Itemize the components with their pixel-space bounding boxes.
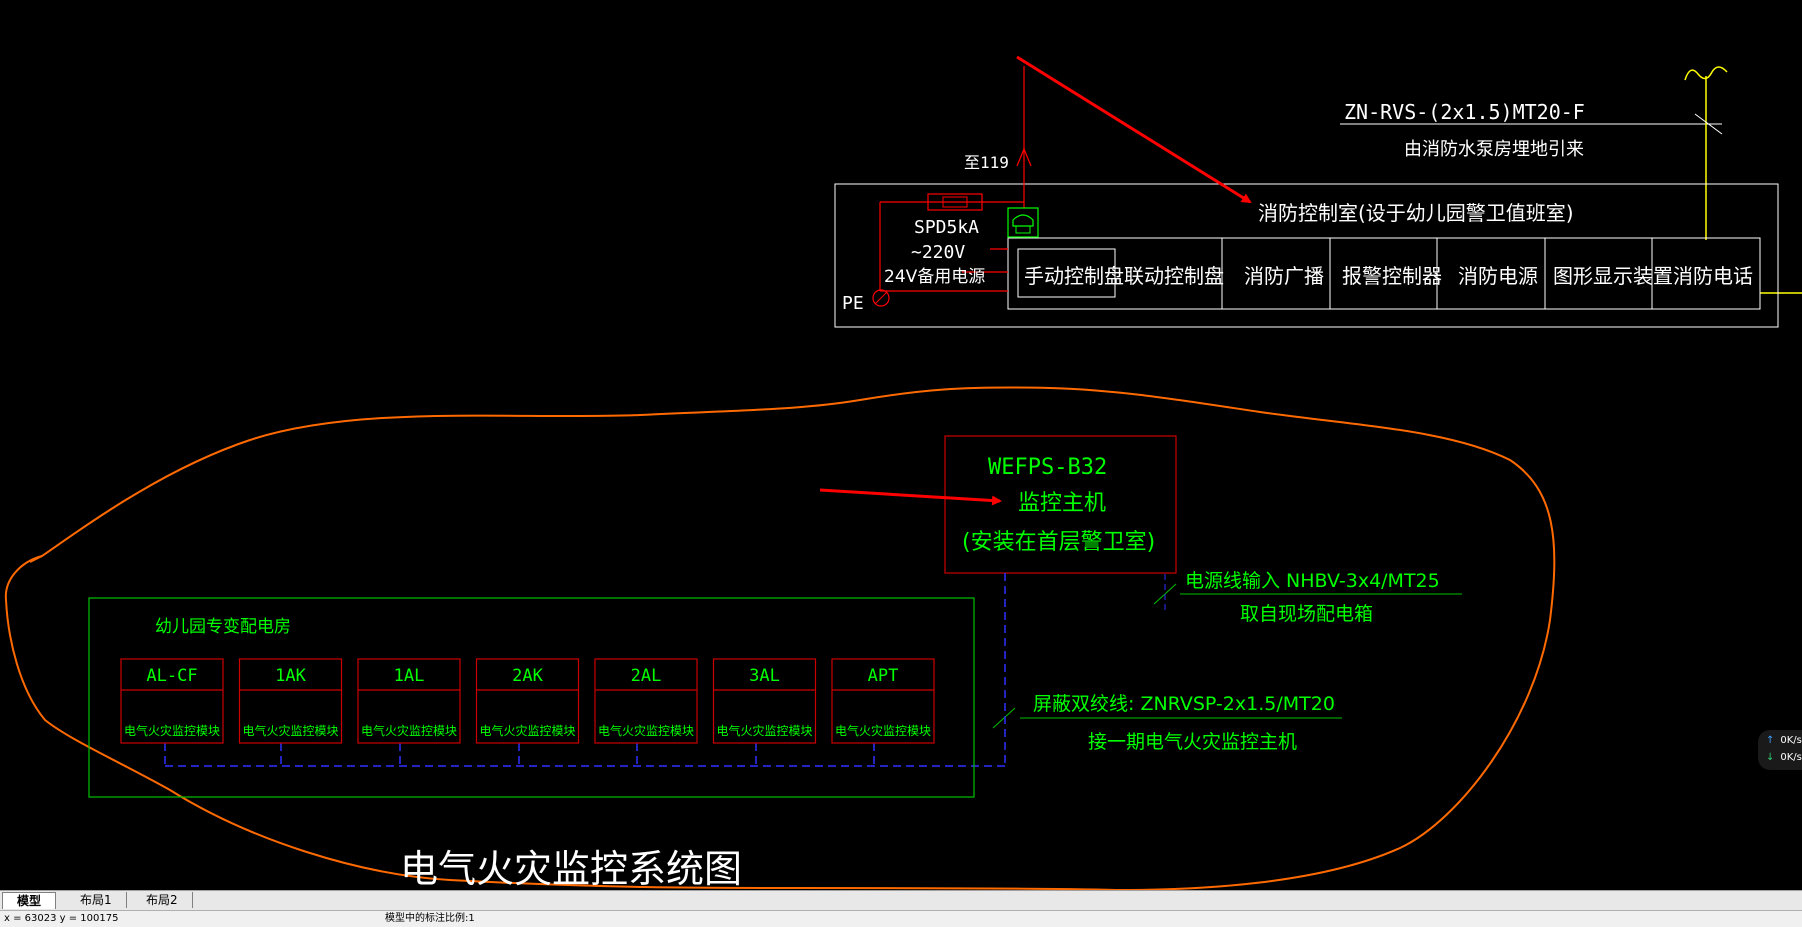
download-row: ↓ 0K/s [1766, 751, 1802, 765]
download-speed: 0K/s [1780, 752, 1802, 763]
cursor-coordinates: x = 63023 y = 100175 [4, 913, 119, 924]
module-box: 2AL 电气火灾监控模块 [594, 658, 698, 744]
module-box: 1AL 电气火灾监控模块 [357, 658, 461, 744]
module-box: 1AK 电气火灾监控模块 [238, 658, 343, 744]
panel-graphic: 图形显示装置 [1553, 264, 1673, 288]
module-label: 电气火灾监控模块 [361, 723, 457, 738]
tab-model[interactable]: 模型 [2, 892, 57, 909]
to-119-label: 至119 [964, 153, 1009, 172]
module-name: 1AK [275, 666, 306, 686]
host-location: (安装在首层警卫室) [962, 530, 1155, 555]
phone-icon [1007, 207, 1039, 238]
module-label: 电气火灾监控模块 [243, 723, 339, 738]
ac220-label: ~220V [911, 242, 965, 263]
module-box: APT 电气火灾监控模块 [831, 658, 935, 744]
cable-top-note: 由消防水泵房埋地引来 [1404, 139, 1584, 160]
module-box: 2AK 电气火灾监控模块 [475, 658, 580, 744]
network-speed-widget: ↑ 0K/s ↓ 0K/s [1758, 730, 1802, 770]
shield-cable-text: 屏蔽双绞线: ZNRVSP-2x1.5/MT20 [1033, 693, 1335, 715]
power-input-text: 电源线输入 NHBV-3x4/MT25 [1185, 570, 1440, 592]
host-name: 监控主机 [1018, 491, 1106, 516]
host-model: WEFPS-B32 [988, 455, 1107, 480]
drawing-title: 电气火灾监控系统图 [400, 847, 742, 890]
backup-24v-label: 24V备用电源 [884, 267, 985, 287]
shield-cable-note: 接一期电气火灾监控主机 [1088, 731, 1297, 753]
upload-speed: 0K/s [1780, 735, 1802, 746]
drawing-canvas[interactable]: ZN-RVS-(2x1.5)MT20-F 由消防水泵房埋地引来 消防控制室(设于… [0, 0, 1802, 890]
panel-linkage: 联动控制盘 [1124, 264, 1224, 288]
kg-room-label: 幼儿园专变配电房 [155, 617, 291, 637]
spd-label: SPD5kA [914, 217, 979, 238]
pe-label: PE [842, 293, 864, 314]
arrow-down-icon: ↓ [1766, 752, 1775, 763]
module-name: 1AL [394, 666, 425, 686]
panel-manual: 手动控制盘 [1024, 264, 1124, 288]
module-name: AL-CF [146, 666, 197, 686]
module-label: 电气火灾监控模块 [124, 723, 220, 738]
module-name: APT [868, 666, 899, 686]
tab-layout1[interactable]: 布局1 [66, 892, 127, 908]
upload-row: ↑ 0K/s [1766, 734, 1802, 748]
module-label: 电气火灾监控模块 [598, 723, 694, 738]
tab-layout2[interactable]: 布局2 [132, 892, 193, 908]
panel-alarm: 报警控制器 [1342, 264, 1442, 288]
panel-power: 消防电源 [1458, 264, 1538, 288]
annotation-scale[interactable]: 模型中的标注比例:1 [385, 911, 475, 927]
markup-cloud [4, 386, 1556, 890]
annotation-arrow-top [1016, 55, 1252, 204]
module-label: 电气火灾监控模块 [480, 723, 576, 738]
control-room-label: 消防控制室(设于幼儿园警卫值班室) [1258, 201, 1574, 225]
module-box: 3AL 电气火灾监控模块 [712, 658, 817, 744]
power-from-text: 取自现场配电箱 [1240, 603, 1373, 625]
panel-phone: 消防电话 [1673, 264, 1753, 288]
yellow-cable [1684, 66, 1802, 294]
module-label: 电气火灾监控模块 [717, 723, 813, 738]
top-cable-annotation: ZN-RVS-(2x1.5)MT20-F 由消防水泵房埋地引来 [1340, 100, 1722, 160]
panel-broadcast: 消防广播 [1244, 264, 1324, 288]
module-name: 2AL [631, 666, 662, 686]
cable-top-text: ZN-RVS-(2x1.5)MT20-F [1344, 100, 1585, 124]
module-group: AL-CF 电气火灾监控模块 1AK 电气火灾监控模块 1AL 电气火灾监控模块 2AK 电气… [120, 658, 935, 744]
module-box: AL-CF 电气火灾监控模块 [120, 658, 224, 744]
module-label: 电气火灾监控模块 [835, 723, 931, 738]
module-name: 3AL [749, 666, 780, 686]
layout-tab-bar: 模型 布局1 布局2 [0, 890, 1802, 910]
annotation-arrow-host [819, 488, 1002, 506]
status-bar: x = 63023 y = 100175 模型中的标注比例:1 [0, 910, 1802, 927]
arrow-up-icon: ↑ [1766, 735, 1775, 746]
module-name: 2AK [512, 666, 543, 686]
